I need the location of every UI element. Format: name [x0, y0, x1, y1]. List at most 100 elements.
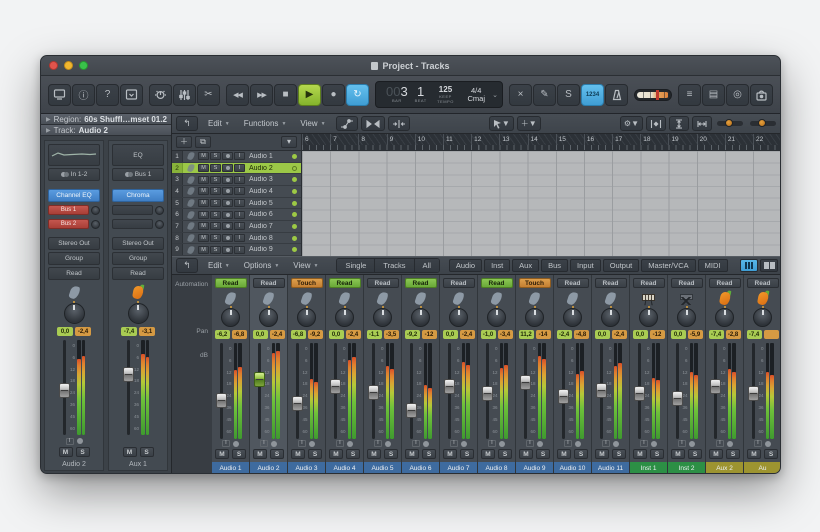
- channel-name[interactable]: Inst 1: [630, 462, 667, 473]
- automation-mode-button[interactable]: Read: [746, 278, 779, 288]
- record-enable-button[interactable]: [575, 440, 581, 447]
- input-monitor-button[interactable]: I: [234, 152, 245, 161]
- track-name[interactable]: Audio 4: [246, 188, 292, 195]
- mixer-channel-strip[interactable]: Read -2,4 -4,8 0 6 12 18 24 36 45 60 I M…: [554, 275, 592, 473]
- quick-help-button[interactable]: ?: [96, 83, 119, 106]
- mixer-channel-strip[interactable]: Read -9,2 -12 0 6 12 18 24 36 45 60 I M …: [402, 275, 440, 473]
- mute-button[interactable]: M: [709, 449, 723, 459]
- solo-button[interactable]: S: [308, 449, 322, 459]
- mute-button[interactable]: M: [198, 210, 209, 219]
- record-enable-button[interactable]: [727, 440, 733, 447]
- input-monitor-button[interactable]: I: [526, 440, 534, 447]
- send-level-knob[interactable]: [91, 205, 100, 215]
- menu-button[interactable]: View ▼: [286, 258, 325, 273]
- menu-button[interactable]: Edit ▼: [201, 258, 237, 273]
- solo-button[interactable]: S: [346, 449, 360, 459]
- mute-button[interactable]: M: [747, 449, 761, 459]
- menu-button[interactable]: View ▼: [293, 116, 332, 131]
- pan-knob[interactable]: [127, 301, 149, 324]
- vertical-zoom-slider[interactable]: [717, 119, 744, 127]
- mute-button[interactable]: M: [443, 449, 457, 459]
- solo-button[interactable]: S: [612, 449, 626, 459]
- volume-db-value[interactable]: -1,0: [480, 330, 496, 339]
- pan-knob[interactable]: [563, 306, 582, 327]
- record-enable-button[interactable]: [651, 440, 657, 447]
- record-enable-button[interactable]: [222, 175, 233, 184]
- volume-fader[interactable]: [557, 343, 569, 439]
- track-name[interactable]: Audio 6: [246, 211, 292, 218]
- disclosure-triangle-icon[interactable]: ▶: [46, 127, 51, 134]
- record-enable-button[interactable]: [537, 440, 543, 447]
- channel-filter-button[interactable]: MIDI: [697, 259, 728, 272]
- send-level-knob[interactable]: [91, 219, 100, 229]
- pan-knob[interactable]: [677, 306, 696, 327]
- mixer-view-segment[interactable]: All: [414, 259, 439, 272]
- pan-knob[interactable]: [373, 306, 392, 327]
- pan-knob[interactable]: [449, 306, 468, 327]
- solo-mode-button[interactable]: S: [557, 83, 580, 106]
- channel-filter-button[interactable]: Output: [602, 259, 640, 272]
- record-enable-button[interactable]: [233, 440, 239, 447]
- automation-mode-button[interactable]: Read: [252, 278, 285, 288]
- channel-name[interactable]: Audio 11: [592, 462, 629, 473]
- record-enable-button[interactable]: [222, 199, 233, 208]
- volume-fader[interactable]: [367, 343, 379, 439]
- track-inspector-header[interactable]: ▶ Track: Audio 2: [41, 125, 171, 136]
- volume-fader[interactable]: [481, 343, 493, 439]
- mixer-channel-strip[interactable]: Read -6,2 -6,8 0 6 12 18 24 36 45 60 I M…: [212, 275, 250, 473]
- volume-db-value[interactable]: 11,2: [518, 330, 534, 339]
- mute-button[interactable]: M: [198, 222, 209, 231]
- track-header-options-button[interactable]: ▾: [281, 136, 297, 148]
- volume-db-value[interactable]: 0,0: [252, 330, 268, 339]
- solo-button[interactable]: S: [460, 449, 474, 459]
- mute-button[interactable]: M: [198, 234, 209, 243]
- automation-mode-button[interactable]: Read: [48, 267, 100, 280]
- solo-button[interactable]: S: [384, 449, 398, 459]
- volume-fader[interactable]: [59, 340, 70, 435]
- mute-button[interactable]: M: [122, 447, 137, 457]
- automation-mode-button[interactable]: Read: [556, 278, 589, 288]
- automation-mode-button[interactable]: Read: [480, 278, 513, 288]
- channel-name[interactable]: Audio 6: [402, 462, 439, 473]
- input-monitor-button[interactable]: I: [260, 440, 268, 447]
- count-in-button[interactable]: 1234: [581, 83, 604, 106]
- lcd-chevron-icon[interactable]: ⌄: [492, 91, 498, 99]
- mixer-channel-strip[interactable]: Read -7,4 -2,8 0 6 12 18 24 36 45 60 I M…: [706, 275, 744, 473]
- send-slot-bus2[interactable]: Bus 2: [48, 219, 89, 229]
- solo-button[interactable]: S: [210, 175, 221, 184]
- channel-filter-button[interactable]: Master/VCA: [641, 259, 696, 272]
- record-button[interactable]: ●: [322, 83, 345, 106]
- volume-fader[interactable]: [215, 343, 227, 439]
- solo-button[interactable]: S: [210, 187, 221, 196]
- input-monitor-button[interactable]: I: [298, 440, 306, 447]
- pan-knob[interactable]: [525, 306, 544, 327]
- track-row[interactable]: 4 M S I Audio 4: [172, 186, 301, 198]
- catch-playhead-button[interactable]: ↰: [176, 258, 198, 273]
- channel-filter-button[interactable]: Bus: [541, 259, 569, 272]
- mute-button[interactable]: M: [329, 449, 343, 459]
- channel-name[interactable]: Audio 3: [288, 462, 325, 473]
- output-slot[interactable]: Stereo Out: [112, 237, 164, 250]
- volume-db-value[interactable]: 0,0: [594, 330, 610, 339]
- library-button[interactable]: [48, 83, 71, 106]
- automation-mode-button[interactable]: Read: [708, 278, 741, 288]
- solo-button[interactable]: S: [75, 447, 90, 457]
- inspector-button[interactable]: ⓘ: [72, 83, 95, 106]
- cycle-button[interactable]: ↻: [346, 83, 369, 106]
- solo-button[interactable]: S: [210, 152, 221, 161]
- channel-filter-button[interactable]: Inst: [484, 259, 511, 272]
- track-name[interactable]: Audio 5: [246, 200, 292, 207]
- solo-button[interactable]: S: [688, 449, 702, 459]
- track-settings-button[interactable]: ⚙ ▼: [619, 116, 644, 131]
- input-monitor-button[interactable]: I: [234, 164, 245, 172]
- record-enable-button[interactable]: [347, 440, 353, 447]
- mute-button[interactable]: M: [198, 245, 209, 254]
- track-name[interactable]: Audio 9: [246, 246, 292, 253]
- catch-mode-button[interactable]: [387, 116, 410, 131]
- record-enable-button[interactable]: [222, 187, 233, 196]
- send-level-knob[interactable]: [155, 205, 164, 215]
- automation-mode-button[interactable]: Read: [366, 278, 399, 288]
- mixer-channel-strip[interactable]: Read -1,1 -3,5 0 6 12 18 24 36 45 60 I M…: [364, 275, 402, 473]
- record-enable-button[interactable]: [309, 440, 315, 447]
- mute-button[interactable]: M: [633, 449, 647, 459]
